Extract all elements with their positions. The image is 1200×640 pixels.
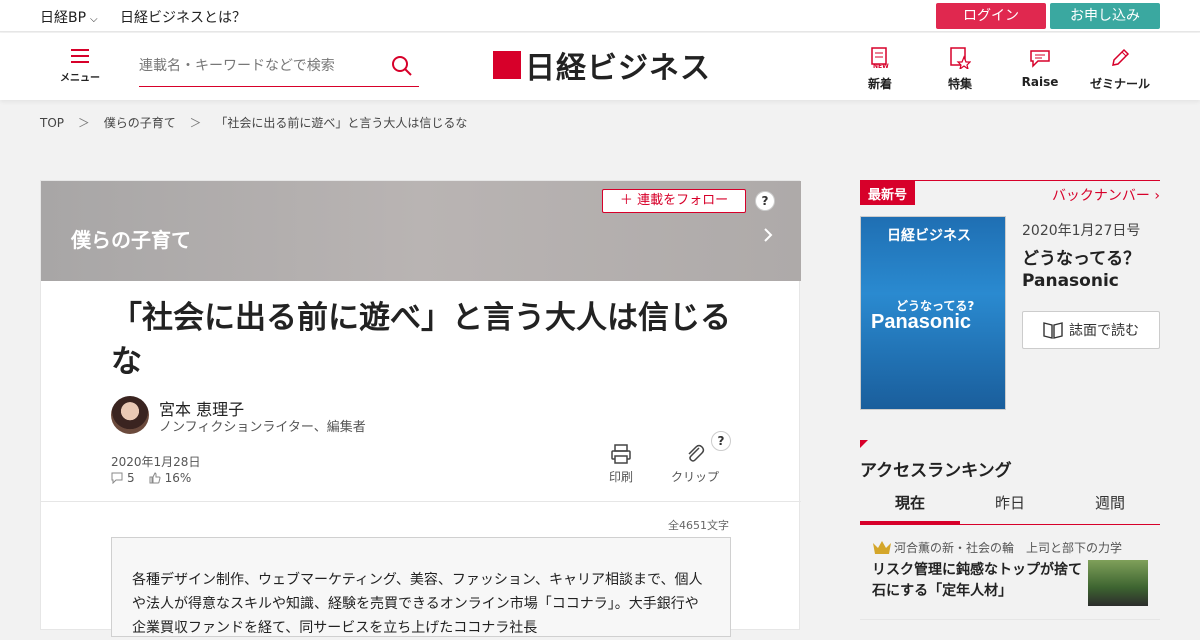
cover-logo: 日経ビジネス [887,228,971,244]
author-avatar[interactable] [111,396,149,434]
clip-button[interactable]: クリップ [671,443,719,485]
article-stats: 5 16% [111,471,191,485]
chevron-down-icon: ⌵ [90,14,98,25]
paperclip-icon [688,444,705,462]
tab-yesterday[interactable]: 昨日 [960,488,1060,524]
nikkei-bp-label: 日経BP [40,10,87,26]
divider [41,501,801,502]
read-magazine-label: 誌面で読む [1069,323,1139,339]
thumbs-up-icon [149,472,161,484]
svg-text:NEW: NEW [873,63,889,69]
print-button[interactable]: 印刷 [609,443,633,485]
series-title: 僕らの子育て [71,228,191,252]
issue-date: 2020年1月27日号 [1022,223,1141,239]
breadcrumb-series[interactable]: 僕らの子育て [104,116,176,130]
backnumber-link[interactable]: バックナンバー › [1052,185,1160,205]
search-icon[interactable] [391,55,413,81]
printer-icon [611,444,631,464]
issue-title-line1: どうなってる？ [1022,249,1141,269]
top-bar: 日経BP ⌵ 日経ビジネスとは？ ログイン お申し込み [0,0,1200,32]
latest-issue-header: 最新号 バックナンバー › [860,180,1160,205]
breadcrumb-separator: ＞ [77,116,90,130]
issue-title-line2: Panasonic [1022,271,1119,291]
cover-headline: Panasonic [871,311,972,333]
nav-seminar-label: ゼミナール [1090,77,1151,91]
backnumber-label: バックナンバー [1051,188,1150,204]
logo-mark-icon [493,51,521,79]
nav-seminar[interactable]: ゼミナール [1090,47,1150,92]
nav-new-label: 新着 [867,77,892,91]
logo-text: 日経ビジネス [525,51,711,86]
like-rate-value: 16% [164,471,192,485]
article-headline: 「社会に出る前に遊べ」と言う大人は信じるな [111,300,731,380]
menu-label: メニュー [60,73,100,84]
search-input[interactable] [139,51,379,81]
latest-issue-tag: 最新号 [860,181,916,205]
ranking-item-thumbnail[interactable] [1088,560,1148,606]
read-magazine-button[interactable]: 誌面で読む [1022,311,1160,349]
open-book-icon [1043,322,1063,339]
nav-raise[interactable]: Raise [1010,47,1070,89]
menu-button[interactable]: メニュー [60,49,100,84]
comment-icon [111,472,123,484]
ranking-title: アクセスランキング [860,461,1012,481]
tab-now[interactable]: 現在 [860,488,960,524]
ranking-item[interactable]: 河合薫の新・社会の輪 上司と部下の力学 リスク管理に鈍感なトップが捨て石にする「… [860,536,1160,620]
breadcrumb: TOP ＞ 僕らの子育て ＞ 「社会に出る前に遊べ」と言う大人は信じるな [40,114,477,131]
site-header: メニュー 日経ビジネス NEW 新着 特集 Raise ゼミナール [0,33,1200,100]
clip-help-icon[interactable]: ? [711,431,731,451]
clip-label: クリップ [671,470,720,484]
login-button[interactable]: ログイン [936,3,1046,29]
article-card: 僕らの子育て ＋ 連載をフォロー ? 「社会に出る前に遊べ」と言う大人は信じるな… [40,180,801,637]
ranking-tabs: 現在 昨日 週間 [860,488,1160,525]
magazine-cover[interactable]: 日経ビジネス どうなってる? Panasonic [860,216,1006,410]
about-link[interactable]: 日経ビジネスとは？ [120,7,246,27]
comment-count[interactable]: 5 [111,471,135,485]
issue-title[interactable]: どうなってる？ Panasonic [1022,248,1140,292]
breadcrumb-top[interactable]: TOP [40,116,64,130]
nav-new[interactable]: NEW 新着 [850,47,910,92]
char-count: 全4651文字 [668,519,729,532]
hamburger-icon [71,49,89,63]
site-logo[interactable]: 日経ビジネス [493,45,711,86]
search-box [139,51,419,87]
nav-feature-label: 特集 [947,77,972,91]
crown-icon [873,541,891,554]
feature-icon [950,47,972,71]
ranking-item-title[interactable]: リスク管理に鈍感なトップが捨て石にする「定年人材」 [872,560,1082,602]
chevron-right-icon [764,228,773,242]
pencil-icon [1112,48,1130,66]
article-lead: 各種デザイン制作、ウェブマーケティング、美容、ファッション、キャリア相談まで、個… [111,537,731,637]
ranking-mark-icon [860,440,868,448]
follow-series-button[interactable]: ＋ 連載をフォロー [602,189,746,213]
apply-button[interactable]: お申し込み [1050,3,1160,29]
publish-date: 2020年1月28日 [111,455,201,469]
follow-help-icon[interactable]: ? [755,191,775,211]
like-rate[interactable]: 16% [149,471,192,485]
raise-icon [1030,50,1050,68]
nav-feature[interactable]: 特集 [930,47,990,92]
nav-raise-label: Raise [1021,75,1059,89]
follow-label: 連載をフォロー [637,193,729,208]
comment-count-value: 5 [127,471,135,485]
nikkei-bp-menu[interactable]: 日経BP ⌵ [40,7,98,27]
series-banner[interactable]: 僕らの子育て ＋ 連載をフォロー ? [41,181,801,281]
new-icon: NEW [871,47,889,70]
chevron-right-icon: › [1154,188,1160,204]
author-role: ノンフィクションライター、編集者 [159,420,366,435]
ranking-item-category: 河合薫の新・社会の輪 上司と部下の力学 [894,541,1123,555]
breadcrumb-current: 「社会に出る前に遊べ」と言う大人は信じるな [215,116,468,130]
breadcrumb-separator: ＞ [189,116,202,130]
tab-weekly[interactable]: 週間 [1060,488,1160,524]
plus-icon: ＋ [619,193,638,208]
print-label: 印刷 [609,470,634,484]
